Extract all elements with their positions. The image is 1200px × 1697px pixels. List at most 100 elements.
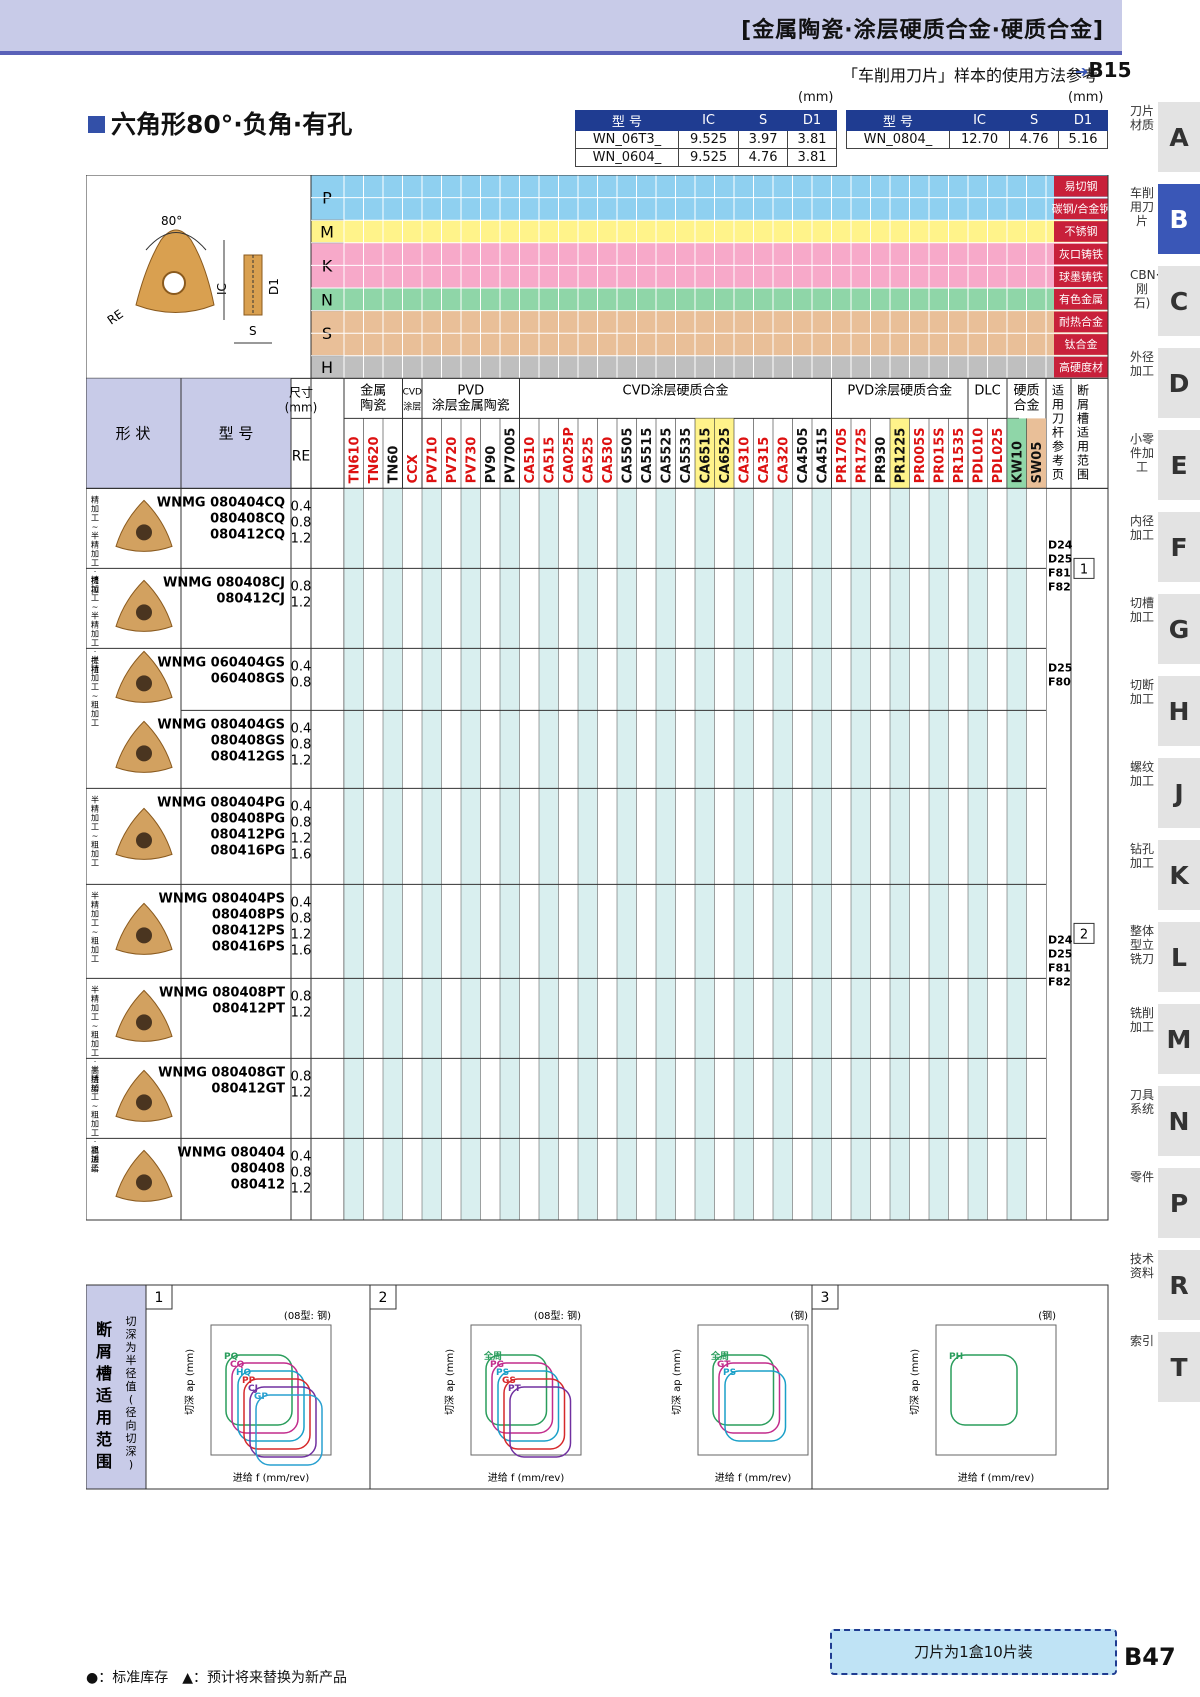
svg-text:加: 加 — [91, 708, 99, 718]
re-value: 0.8 — [291, 1069, 312, 1084]
ref-page[interactable]: F81 — [1048, 961, 1071, 974]
sidebar-item-letter: K — [1158, 840, 1200, 910]
sidebar-item-H[interactable]: 切断加工 H — [1128, 672, 1200, 750]
sidebar-item-letter: F — [1158, 512, 1200, 582]
grade-name: CA6515 — [699, 428, 714, 484]
re-value: 0.4 — [291, 799, 312, 814]
grade-name: PR015S — [933, 427, 948, 483]
svg-text:加: 加 — [91, 1153, 99, 1163]
sidebar-item-letter: D — [1158, 348, 1200, 418]
svg-text:切深 ap (mm): 切深 ap (mm) — [671, 1349, 683, 1415]
spec-table-1: 型 号 IC S D1 WN_06T3_ 9.525 3.97 3.81 WN_0604_ 9.5… — [575, 110, 837, 167]
grade-name: CA4515 — [816, 428, 831, 484]
svg-text:~: ~ — [92, 602, 99, 611]
sidebar-item-M[interactable]: 铣削加工 M — [1128, 1000, 1200, 1078]
sidebar-item-E[interactable]: 小零件加工 E — [1128, 426, 1200, 504]
svg-text:屑: 屑 — [96, 1342, 112, 1361]
sidebar-item-K[interactable]: 钻孔加工 K — [1128, 836, 1200, 914]
ref-page[interactable]: F82 — [1048, 975, 1071, 988]
svg-text:半: 半 — [126, 1353, 137, 1367]
ref-page[interactable]: D24 — [1048, 933, 1073, 946]
chip-range-no[interactable]: 1 — [1080, 562, 1088, 577]
grade-group: DLC — [974, 383, 1000, 398]
packing-note: 刀片为1盒10片装 — [830, 1629, 1117, 1675]
spec-header: 型 号 — [846, 110, 950, 131]
svg-text:工: 工 — [91, 682, 99, 691]
grade-name: CA530 — [601, 437, 616, 484]
svg-text:槽: 槽 — [1077, 411, 1089, 425]
svg-text:半: 半 — [91, 794, 99, 804]
ref-page[interactable]: D24 — [1048, 538, 1073, 551]
ref-page[interactable]: F81 — [1048, 566, 1071, 579]
header-title: [金属陶瓷·涂层硬质合金·硬质合金] — [741, 18, 1104, 43]
sidebar-item-T[interactable]: 索引 T — [1128, 1328, 1200, 1406]
ref-page[interactable]: F80 — [1048, 675, 1071, 688]
chip-range-no[interactable]: 2 — [1080, 927, 1088, 942]
sidebar-item-P[interactable]: 零件 P — [1128, 1164, 1200, 1242]
material-row — [311, 310, 1108, 334]
sidebar-item-A[interactable]: 刀片材质 A — [1128, 98, 1200, 176]
grade-name: CA510 — [523, 437, 538, 484]
material-label: 灰口铸铁 — [1059, 247, 1103, 261]
svg-text:切深 ap (mm): 切深 ap (mm) — [184, 1349, 196, 1415]
re-value: 0.8 — [291, 675, 312, 690]
svg-text:粗: 粗 — [91, 1029, 99, 1039]
svg-text:1: 1 — [155, 1290, 164, 1306]
sidebar-item-D[interactable]: 外径加工 D — [1128, 344, 1200, 422]
header-bar: [金属陶瓷·涂层硬质合金·硬质合金] — [0, 0, 1122, 55]
svg-text:加: 加 — [91, 583, 99, 593]
material-label: 钛合金 — [1065, 337, 1098, 351]
svg-text:粗: 粗 — [91, 1109, 99, 1119]
sidebar-item-G[interactable]: 切槽加工 G — [1128, 590, 1200, 668]
ref-page[interactable]: D25 — [1048, 661, 1072, 674]
material-code: P — [322, 189, 332, 208]
sidebar-item-N[interactable]: 刀具系统 N — [1128, 1082, 1200, 1160]
svg-text:精: 精 — [91, 494, 99, 504]
material-label: 球墨铸铁 — [1059, 269, 1103, 283]
svg-text:精: 精 — [91, 803, 99, 813]
model-code: 080408PS — [212, 907, 285, 922]
svg-text:尺寸: 尺寸 — [289, 385, 313, 399]
material-code: N — [321, 290, 333, 309]
selection-table: PMKNSH易切钢碳钢/合金钢不锈钢灰口铸铁球墨铸铁有色金属耐热合金钛合金高硬度… — [86, 175, 1110, 1490]
sidebar-item-B[interactable]: 车削用刀片 B — [1128, 180, 1200, 258]
sidebar-item-J[interactable]: 螺纹加工 J — [1128, 754, 1200, 832]
svg-text:S: S — [249, 324, 257, 338]
model-code: 080412CQ — [210, 527, 285, 542]
svg-text:精: 精 — [91, 1073, 99, 1083]
svg-text:槽: 槽 — [96, 1364, 112, 1383]
sidebar-item-C[interactable]: CBN·PCD(金刚石)C — [1128, 262, 1200, 340]
svg-text:值: 值 — [126, 1380, 137, 1393]
ref-page[interactable]: F82 — [1048, 580, 1071, 593]
grade-name: PV90 — [484, 446, 499, 484]
svg-text:工: 工 — [91, 1012, 99, 1021]
sidebar-item-L[interactable]: 整体型立铣刀 L — [1128, 918, 1200, 996]
sidebar-item-label: 技术资料 — [1130, 1252, 1155, 1280]
svg-text:(钢): (钢) — [790, 1309, 808, 1322]
re-value: 1.2 — [291, 1181, 312, 1196]
model-code: 080412GT — [211, 1081, 285, 1096]
svg-text:3: 3 — [821, 1290, 830, 1306]
sidebar-item-R[interactable]: 技术资料 R — [1128, 1246, 1200, 1324]
spec-row: WN_0804_ 12.70 4.76 5.16 — [846, 130, 1108, 149]
svg-text:加: 加 — [91, 1002, 99, 1012]
ref-page[interactable]: D25 — [1048, 552, 1072, 565]
grade-name: CA6525 — [718, 428, 733, 484]
grade-name: CCX — [406, 454, 421, 483]
reference-page[interactable]: ➔B15 — [1075, 58, 1131, 82]
model-code: 080408PG — [211, 811, 285, 826]
svg-text:径: 径 — [126, 1367, 137, 1380]
svg-text:粗: 粗 — [91, 1144, 99, 1154]
material-row — [311, 242, 1108, 266]
sidebar-item-F[interactable]: 内径加工 F — [1128, 508, 1200, 586]
ref-page[interactable]: D25 — [1048, 947, 1072, 960]
re-value: 0.4 — [291, 499, 312, 514]
spec-header: D1 — [787, 110, 837, 131]
col-re: RE — [292, 448, 311, 464]
col-shape: 形 状 — [116, 424, 151, 442]
sidebar-item-label: 刀片材质 — [1130, 104, 1155, 132]
sidebar-item-label: 索引 — [1130, 1334, 1155, 1348]
svg-text:~: ~ — [92, 522, 99, 531]
re-value: 1.2 — [291, 753, 312, 768]
sidebar-item-label: 小零件加工 — [1130, 432, 1155, 474]
